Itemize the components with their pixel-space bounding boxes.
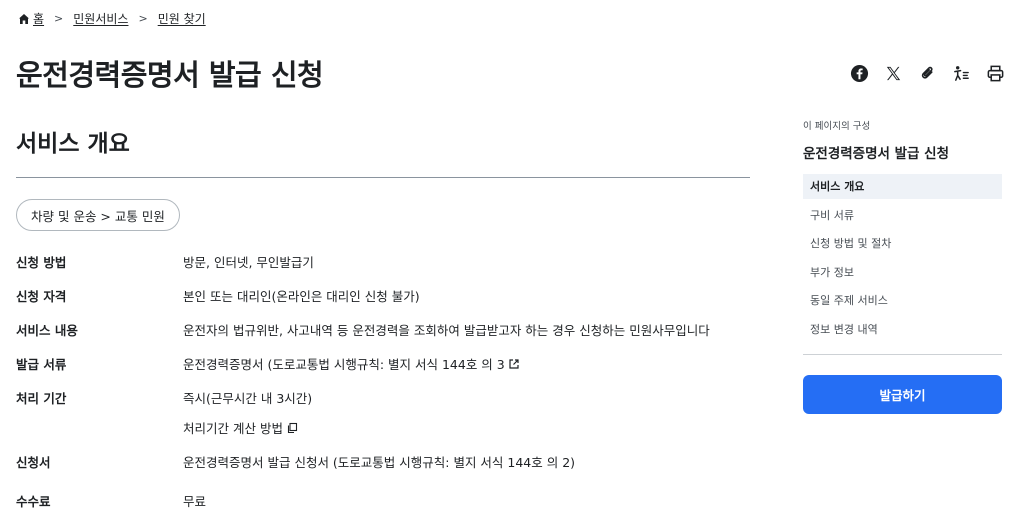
info-label: 신청 자격 — [16, 289, 67, 304]
toc-item-overview[interactable]: 서비스 개요 — [803, 174, 1002, 199]
page-title: 운전경력증명서 발급 신청 — [16, 58, 324, 92]
breadcrumb-home-link[interactable]: 홈 — [33, 10, 44, 27]
section-divider — [16, 177, 750, 178]
info-label: 수수료 — [16, 494, 51, 509]
toc-item-related-services[interactable]: 동일 주제 서비스 — [803, 288, 1002, 313]
link-icon[interactable] — [918, 64, 937, 83]
toc-item-extra-info[interactable]: 부가 정보 — [803, 260, 1002, 285]
period-calc-text[interactable]: 처리기간 계산 방법 — [183, 421, 283, 436]
section-title: 서비스 개요 — [16, 131, 130, 157]
info-value-link[interactable]: 운전경력증명서 (도로교통법 시행규칙: 별지 서식 144호 의 3 — [183, 354, 520, 373]
page-toc: 이 페이지의 구성 운전경력증명서 발급 신청 서비스 개요 구비 서류 신청 … — [803, 118, 1002, 355]
info-label: 발급 서류 — [16, 357, 67, 372]
facebook-icon[interactable] — [850, 64, 869, 83]
info-value: 무료 — [183, 494, 207, 509]
info-row-application: 신청서 운전경력증명서 발급 신청서 (도로교통법 시행규칙: 별지 서식 14… — [16, 452, 575, 471]
chevron-right-icon: > — [54, 12, 64, 25]
toc-divider — [803, 354, 1002, 355]
info-row-fee: 수수료 무료 — [16, 491, 206, 510]
apply-button[interactable]: 발급하기 — [803, 375, 1002, 414]
info-value: 즉시(근무시간 내 3시간) 처리기간 계산 방법 — [183, 388, 312, 437]
breadcrumb-civil-service-link[interactable]: 민원서비스 — [73, 10, 128, 27]
x-icon[interactable] — [884, 64, 903, 83]
toc-item-change-history[interactable]: 정보 변경 내역 — [803, 317, 1002, 342]
info-row-period: 처리 기간 즉시(근무시간 내 3시간) 처리기간 계산 방법 — [16, 388, 312, 437]
info-label: 신청 방법 — [16, 255, 67, 270]
toc-item-documents[interactable]: 구비 서류 — [803, 203, 1002, 228]
print-icon[interactable] — [986, 64, 1005, 83]
accessibility-icon[interactable] — [952, 64, 971, 83]
period-value: 즉시(근무시간 내 3시간) — [183, 391, 313, 406]
info-row-service: 서비스 내용 운전자의 법규위반, 사고내역 등 운전경력을 조회하여 발급받고… — [16, 320, 710, 339]
info-value: 본인 또는 대리인(온라인은 대리인 신청 불가) — [183, 289, 420, 304]
info-row-eligibility: 신청 자격 본인 또는 대리인(온라인은 대리인 신청 불가) — [16, 286, 420, 305]
document-link-text[interactable]: 운전경력증명서 (도로교통법 시행규칙: 별지 서식 144호 의 3 — [183, 357, 505, 372]
info-row-method: 신청 방법 방문, 인터넷, 무인발급기 — [16, 252, 314, 271]
toc-list: 서비스 개요 구비 서류 신청 방법 및 절차 부가 정보 동일 주제 서비스 … — [803, 174, 1002, 345]
home-icon — [19, 13, 29, 24]
toc-title: 운전경력증명서 발급 신청 — [803, 146, 950, 162]
info-label: 처리 기간 — [16, 391, 67, 406]
breadcrumb-find-civil-link[interactable]: 민원 찾기 — [158, 10, 206, 27]
chevron-right-icon: > — [138, 12, 148, 25]
breadcrumb: 홈 > 민원서비스 > 민원 찾기 — [18, 10, 206, 27]
info-label: 신청서 — [16, 455, 51, 470]
share-toolbar — [850, 64, 1005, 83]
copy-icon[interactable] — [286, 422, 298, 434]
info-row-document: 발급 서류 운전경력증명서 (도로교통법 시행규칙: 별지 서식 144호 의 … — [16, 354, 520, 373]
info-value: 운전경력증명서 발급 신청서 (도로교통법 시행규칙: 별지 서식 144호 의… — [183, 455, 576, 470]
info-value: 방문, 인터넷, 무인발급기 — [183, 255, 314, 270]
toc-item-procedure[interactable]: 신청 방법 및 절차 — [803, 231, 1002, 256]
period-calc-link[interactable]: 처리기간 계산 방법 — [183, 418, 312, 437]
info-label: 서비스 내용 — [16, 323, 78, 338]
info-value: 운전자의 법규위반, 사고내역 등 운전경력을 조회하여 발급받고자 하는 경우… — [183, 323, 710, 338]
toc-caption: 이 페이지의 구성 — [803, 121, 871, 132]
category-chip[interactable]: 차량 및 운송 > 교통 민원 — [16, 199, 180, 231]
external-link-icon[interactable] — [508, 358, 520, 370]
